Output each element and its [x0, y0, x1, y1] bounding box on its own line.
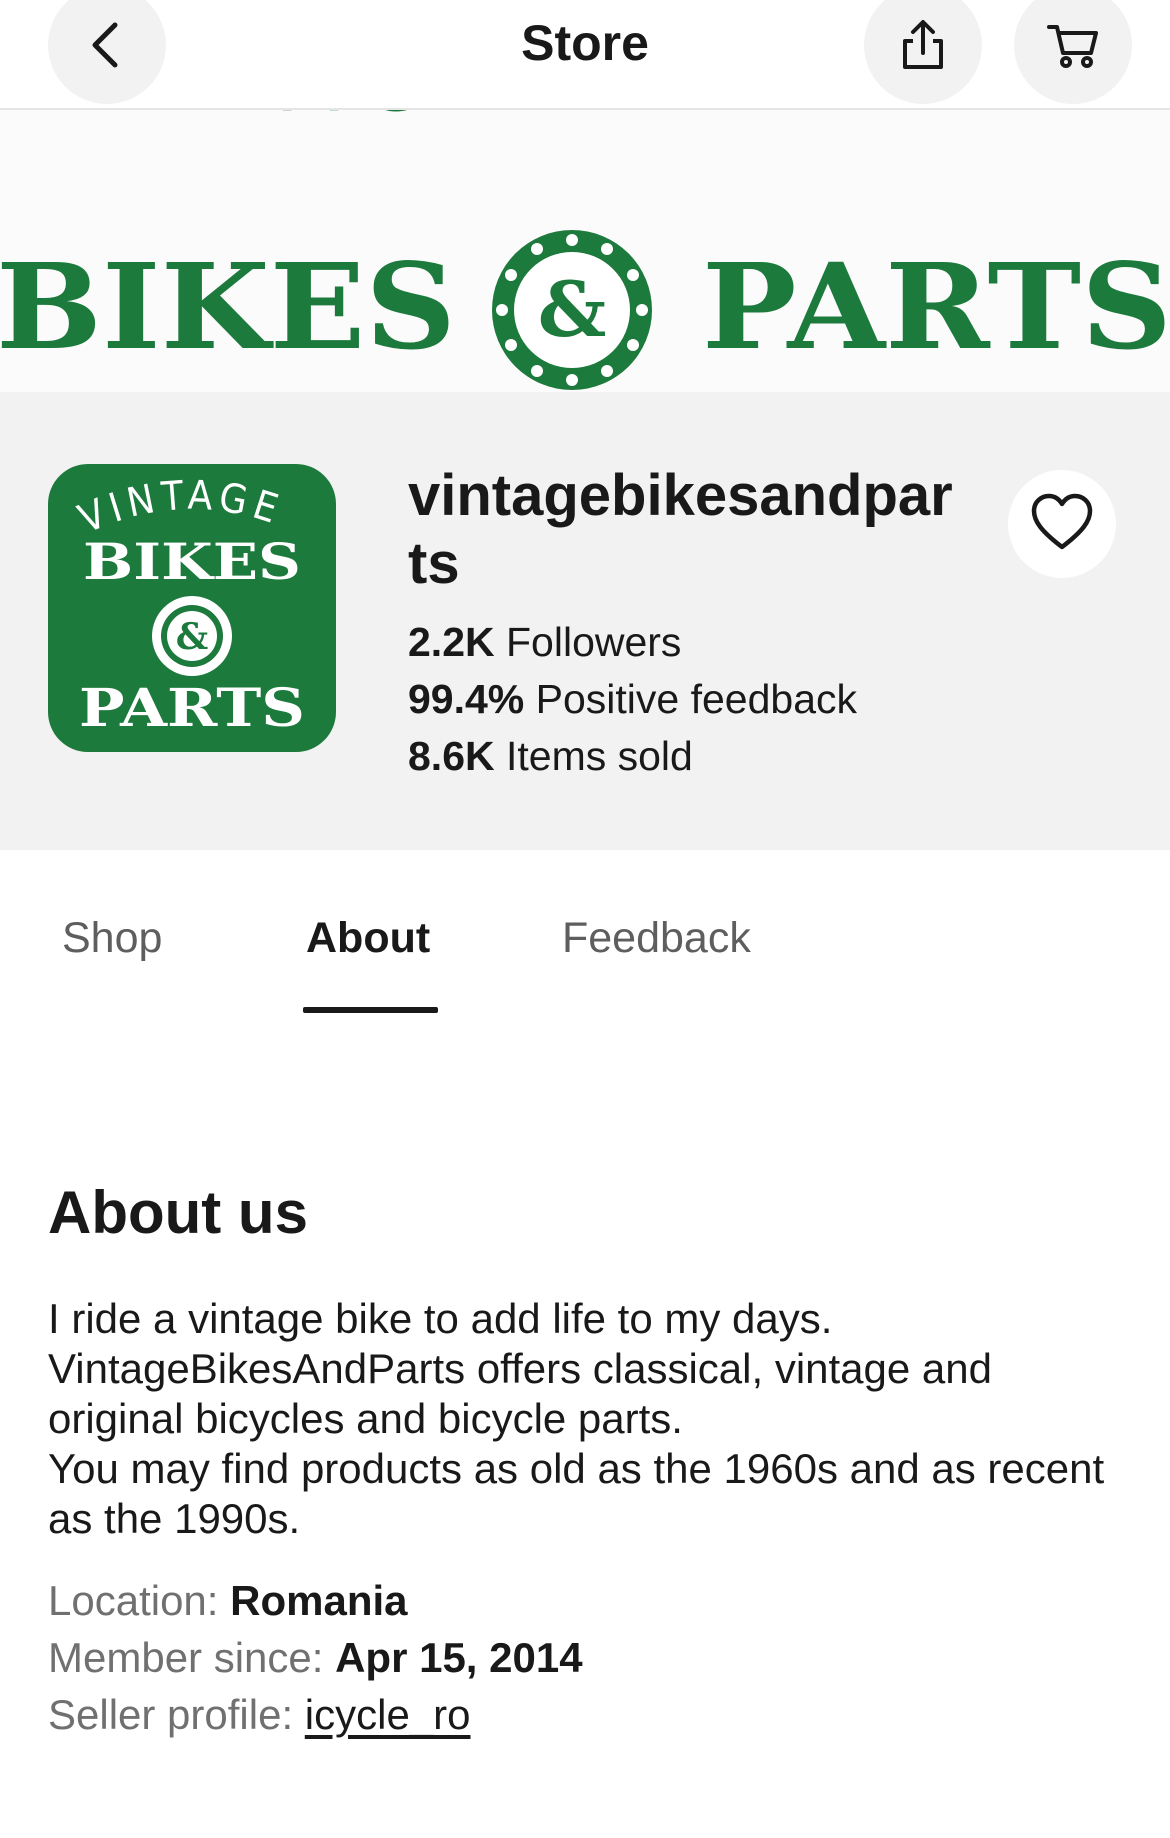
- share-icon: [903, 20, 943, 69]
- banner-text-vintage: VINTAGE: [0, 110, 526, 132]
- active-tab-indicator: [303, 1007, 438, 1013]
- gear-icon: &: [492, 230, 652, 390]
- top-navigation-bar: Store: [0, 0, 1170, 110]
- svg-text:PARTS: PARTS: [79, 678, 305, 739]
- store-info-section: VINTAGE BIKES & PARTS vintagebikesandpar…: [0, 392, 1170, 850]
- location-value: Romania: [230, 1577, 408, 1624]
- member-since-row: Member since: Apr 15, 2014: [48, 1634, 583, 1681]
- banner-text-parts: PARTS: [702, 237, 1170, 376]
- member-since-value: Apr 15, 2014: [335, 1634, 583, 1681]
- cart-icon: [1047, 25, 1098, 68]
- favorite-store-button[interactable]: [1008, 470, 1116, 578]
- items-sold-stat: 8.6K Items sold: [408, 733, 693, 779]
- about-paragraph: You may find products as old as the 1960…: [48, 1445, 1105, 1542]
- cart-button[interactable]: [1014, 0, 1132, 104]
- tab-feedback[interactable]: Feedback: [562, 914, 751, 963]
- about-paragraph: I ride a vintage bike to add life to my …: [48, 1295, 833, 1342]
- store-name[interactable]: vintagebikesandparts: [408, 462, 968, 598]
- store-banner: VINTAGE BIKES PARTS &: [0, 110, 1170, 392]
- location-row: Location: Romania: [48, 1577, 408, 1624]
- svg-text:&: &: [176, 616, 209, 658]
- store-logo-image: VINTAGE BIKES & PARTS: [72, 473, 305, 739]
- store-stats: 2.2K Followers 99.4% Positive feedback 8…: [408, 614, 857, 785]
- about-paragraph: VintageBikesAndParts offers classical, v…: [48, 1345, 992, 1442]
- seller-profile-link[interactable]: icycle_ro: [305, 1691, 471, 1738]
- banner-text-bikes: BIKES: [0, 237, 456, 376]
- seller-profile-row: Seller profile: icycle_ro: [48, 1691, 471, 1738]
- about-description: I ride a vintage bike to add life to my …: [48, 1294, 1138, 1544]
- store-tabs: Shop About Feedback: [0, 850, 1170, 1020]
- about-title: About us: [48, 1179, 308, 1246]
- share-button[interactable]: [864, 0, 982, 104]
- svg-text:&: &: [538, 265, 607, 354]
- feedback-stat: 99.4% Positive feedback: [408, 676, 858, 722]
- page-title: Store: [521, 15, 649, 71]
- svg-text:BIKES: BIKES: [83, 532, 301, 591]
- heart-outline-icon: [1031, 493, 1093, 550]
- tab-about[interactable]: About: [306, 914, 430, 963]
- store-logo: VINTAGE BIKES & PARTS: [48, 464, 336, 752]
- tab-shop[interactable]: Shop: [62, 914, 162, 963]
- banner-logo-image: VINTAGE BIKES PARTS &: [0, 110, 1170, 390]
- store-details: Location: Romania Member since: Apr 15, …: [48, 1572, 583, 1743]
- followers-stat: 2.2K Followers: [408, 619, 682, 665]
